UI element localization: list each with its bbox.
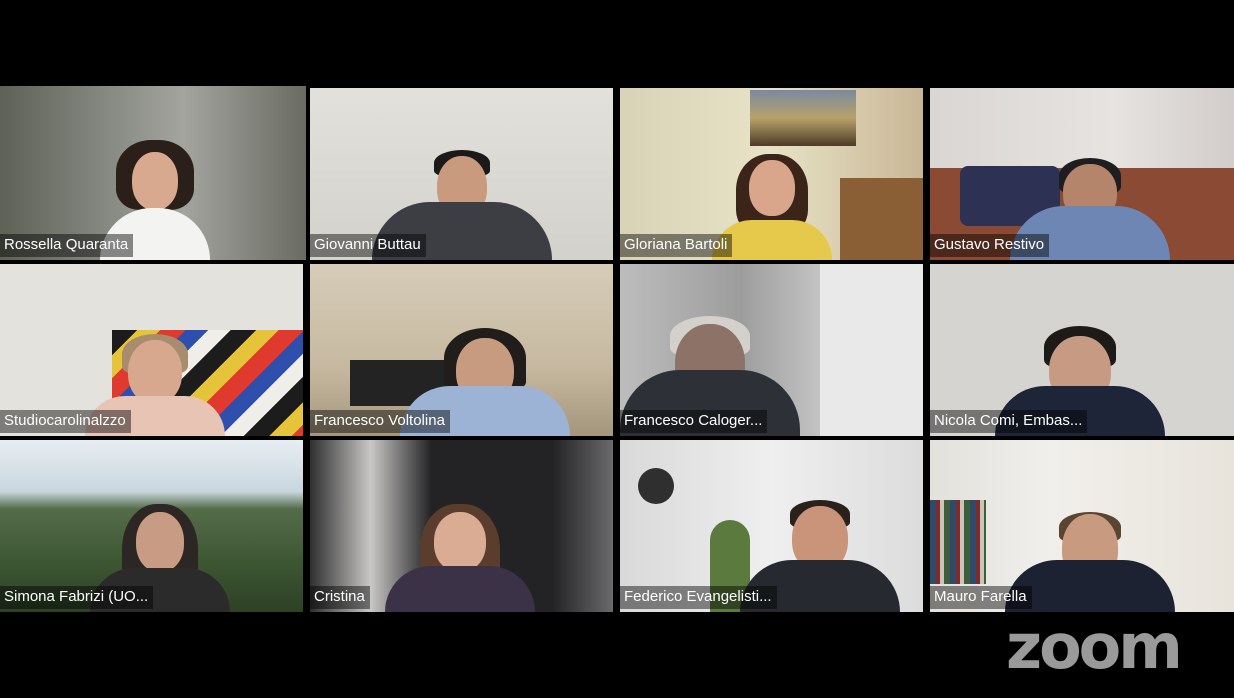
participant-name-label: Giovanni Buttau xyxy=(310,234,426,257)
cabinet xyxy=(840,178,923,260)
participant-name-label: Gloriana Bartoli xyxy=(620,234,733,257)
participant-name-label: Francesco Caloger... xyxy=(620,410,768,433)
wall-painting xyxy=(750,90,856,146)
bookshelf xyxy=(930,500,986,584)
participant-video xyxy=(385,492,535,612)
participant-name-label: Federico Evangelisti... xyxy=(620,586,777,609)
participant-name-label: Francesco Voltolina xyxy=(310,410,450,433)
video-tile-mauro-farella[interactable]: Mauro Farella xyxy=(930,440,1234,612)
video-tile-gustavo-restivo[interactable]: Gustavo Restivo xyxy=(930,88,1234,260)
participant-name-label: Nicola Comi, Embas... xyxy=(930,410,1088,433)
gallery-view: Rossella Quaranta Giovanni Buttau Gloria… xyxy=(0,86,1234,612)
participant-video xyxy=(1005,492,1175,612)
video-tile-cristina[interactable]: Cristina xyxy=(310,440,613,612)
video-tile-giovanni-buttau[interactable]: Giovanni Buttau xyxy=(310,88,613,260)
video-tile-francesco-calogero[interactable]: Francesco Caloger... xyxy=(620,264,923,436)
floor-lamp xyxy=(638,468,674,504)
participant-name-label: Rossella Quaranta xyxy=(0,234,134,257)
video-tile-nicola-comi[interactable]: Nicola Comi, Embas... xyxy=(930,264,1234,436)
video-tile-rossella-quaranta[interactable]: Rossella Quaranta xyxy=(0,86,306,260)
participant-name-label: Cristina xyxy=(310,586,370,609)
window xyxy=(820,264,923,436)
participant-name-label: Gustavo Restivo xyxy=(930,234,1050,257)
video-tile-gloriana-bartoli[interactable]: Gloriana Bartoli xyxy=(620,88,923,260)
video-tile-francesco-voltolina[interactable]: Francesco Voltolina xyxy=(310,264,613,436)
video-tile-simona-fabrizi[interactable]: Simona Fabrizi (UO... xyxy=(0,440,303,612)
participant-name-label: Mauro Farella xyxy=(930,586,1032,609)
participant-name-label: Studiocarolinalzzo xyxy=(0,410,131,433)
zoom-meeting-window: Rossella Quaranta Giovanni Buttau Gloria… xyxy=(0,0,1234,698)
zoom-logo: zoom xyxy=(1006,610,1183,683)
video-tile-studiocarolinalzzo[interactable]: Studiocarolinalzzo xyxy=(0,264,303,436)
participant-name-label: Simona Fabrizi (UO... xyxy=(0,586,154,609)
video-tile-federico-evangelisti[interactable]: Federico Evangelisti... xyxy=(620,440,923,612)
